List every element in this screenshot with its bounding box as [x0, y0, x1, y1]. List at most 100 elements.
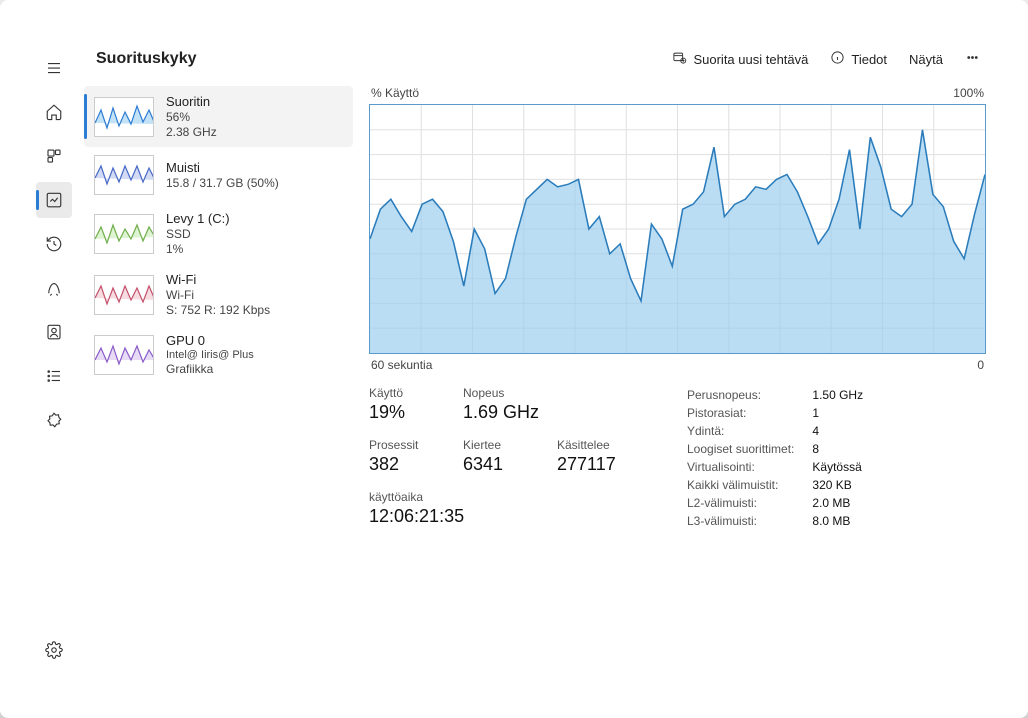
spec-value: 4: [812, 422, 881, 440]
services-icon[interactable]: [36, 402, 72, 438]
spec-label: L3-välimuisti:: [687, 512, 812, 530]
spec-value: Käytössä: [812, 458, 881, 476]
stat-speed: Nopeus 1.69 GHz: [463, 386, 553, 426]
resource-memory[interactable]: Muisti 15.8 / 31.7 GB (50%): [84, 147, 353, 203]
spec-row: Virtualisointi:Käytössä: [687, 458, 881, 476]
stat-uptime: käyttöaika 12:06:21:35: [369, 490, 657, 530]
resource-line2: S: 752 R: 192 Kbps: [166, 303, 270, 317]
stat-label: Käsittelee: [557, 438, 657, 452]
details-button[interactable]: Tiedot: [830, 50, 887, 68]
details-label: Tiedot: [851, 52, 887, 67]
stat-value: 6341: [463, 454, 553, 475]
performance-icon[interactable]: [36, 182, 72, 218]
resource-line1: Intel@ Iiris@ Plus: [166, 349, 254, 361]
more-button[interactable]: [965, 50, 980, 68]
history-icon[interactable]: [36, 226, 72, 262]
stat-value: 382: [369, 454, 459, 475]
resource-title: GPU 0: [166, 333, 254, 348]
stats: Käyttö 19% Nopeus 1.69 GHz Prosessit 382: [369, 386, 986, 530]
more-icon: [965, 50, 980, 68]
spec-row: Perusnopeus:1.50 GHz: [687, 386, 881, 404]
info-icon: [830, 50, 845, 68]
header: Suorituskyky Suorita uusi tehtävä Tiedot…: [78, 40, 998, 82]
spec-row: Pistorasiat:1: [687, 404, 881, 422]
resource-sidebar: Suoritin 56% 2.38 GHz Muisti 15.8 / 31.7…: [78, 82, 363, 678]
resource-title: Suoritin: [166, 94, 217, 109]
run-task-button[interactable]: Suorita uusi tehtävä: [672, 50, 808, 68]
resource-title: Levy 1 (C:): [166, 211, 230, 226]
spec-value: 1: [812, 404, 881, 422]
processes-icon[interactable]: [36, 138, 72, 174]
resource-gpu[interactable]: GPU 0 Intel@ Iiris@ Plus Grafiikka: [84, 325, 353, 384]
stat-label: Nopeus: [463, 386, 553, 400]
chart-bottom-labels: 60 sekuntia 0: [369, 354, 986, 386]
page-title: Suorituskyky: [96, 50, 196, 68]
cpu-usage-chart: [369, 104, 986, 354]
spec-row: L2-välimuisti:2.0 MB: [687, 494, 881, 512]
stat-value: 12:06:21:35: [369, 506, 657, 527]
stat-label: Käyttö: [369, 386, 459, 400]
stat-value: 1.69 GHz: [463, 402, 553, 423]
spec-row: Kaikki välimuistit:320 KB: [687, 476, 881, 494]
app: Suorituskyky Suorita uusi tehtävä Tiedot…: [30, 40, 998, 678]
disk-thumb: [94, 214, 154, 254]
spec-value: 320 KB: [812, 476, 881, 494]
spec-row: L3-välimuisti:8.0 MB: [687, 512, 881, 530]
stat-value: 277117: [557, 454, 657, 475]
stat-processes: Prosessit 382: [369, 438, 459, 478]
content: Suoritin 56% 2.38 GHz Muisti 15.8 / 31.7…: [78, 82, 998, 678]
stat-usage: Käyttö 19%: [369, 386, 459, 426]
spec-value: 8.0 MB: [812, 512, 881, 530]
home-icon[interactable]: [36, 94, 72, 130]
run-task-icon: [672, 50, 687, 68]
wifi-thumb: [94, 275, 154, 315]
resource-line1: 15.8 / 31.7 GB (50%): [166, 176, 279, 190]
stat-label: Prosessit: [369, 438, 459, 452]
stats-right: Perusnopeus:1.50 GHz Pistorasiat:1 Ydint…: [687, 386, 881, 530]
spec-label: Virtualisointi:: [687, 458, 812, 476]
resource-cpu[interactable]: Suoritin 56% 2.38 GHz: [84, 86, 353, 147]
details-pane: % Käyttö 100% 60 sekuntia 0 Käyttö: [363, 82, 998, 678]
stats-left: Käyttö 19% Nopeus 1.69 GHz Prosessit 382: [369, 386, 657, 530]
resource-wifi[interactable]: Wi-Fi Wi-Fi S: 752 R: 192 Kbps: [84, 264, 353, 325]
resource-line1: 56%: [166, 110, 217, 124]
spec-label: Pistorasiat:: [687, 404, 812, 422]
startup-icon[interactable]: [36, 270, 72, 306]
stat-threads: Kiertee 6341: [463, 438, 553, 478]
chart-x-max: 0: [977, 358, 984, 372]
spec-label: Perusnopeus:: [687, 386, 812, 404]
chart-y-label: % Käyttö: [371, 86, 419, 100]
settings-icon[interactable]: [36, 632, 72, 668]
details-icon[interactable]: [36, 358, 72, 394]
main: Suorituskyky Suorita uusi tehtävä Tiedot…: [78, 40, 998, 678]
chart-top-labels: % Käyttö 100%: [369, 86, 986, 104]
resource-title: Muisti: [166, 160, 279, 175]
spec-value: 2.0 MB: [812, 494, 881, 512]
resource-line2: 2.38 GHz: [166, 125, 217, 139]
view-label: Näytä: [909, 52, 943, 67]
stat-value: 19%: [369, 402, 459, 423]
spec-label: Loogiset suorittimet:: [687, 440, 812, 458]
stat-handles: Käsittelee 277117: [557, 438, 657, 478]
resource-line1: Wi-Fi: [166, 288, 270, 302]
app-window: Suorituskyky Suorita uusi tehtävä Tiedot…: [0, 0, 1028, 718]
spec-row: Ydintä:4: [687, 422, 881, 440]
spec-table: Perusnopeus:1.50 GHz Pistorasiat:1 Ydint…: [687, 386, 881, 530]
cpu-thumb: [94, 97, 154, 137]
spec-label: L2-välimuisti:: [687, 494, 812, 512]
chart-y-max: 100%: [953, 86, 984, 100]
spec-value: 8: [812, 440, 881, 458]
resource-line1: SSD: [166, 227, 230, 241]
memory-thumb: [94, 155, 154, 195]
chart-x-label: 60 sekuntia: [371, 358, 432, 372]
spec-label: Kaikki välimuistit:: [687, 476, 812, 494]
hamburger-icon[interactable]: [36, 50, 72, 86]
resource-disk[interactable]: Levy 1 (C:) SSD 1%: [84, 203, 353, 264]
run-task-label: Suorita uusi tehtävä: [693, 52, 808, 67]
resource-title: Wi-Fi: [166, 272, 270, 287]
stat-label: Kiertee: [463, 438, 553, 452]
users-icon[interactable]: [36, 314, 72, 350]
resource-line2: 1%: [166, 242, 230, 256]
gpu-thumb: [94, 335, 154, 375]
view-button[interactable]: Näytä: [909, 52, 943, 67]
